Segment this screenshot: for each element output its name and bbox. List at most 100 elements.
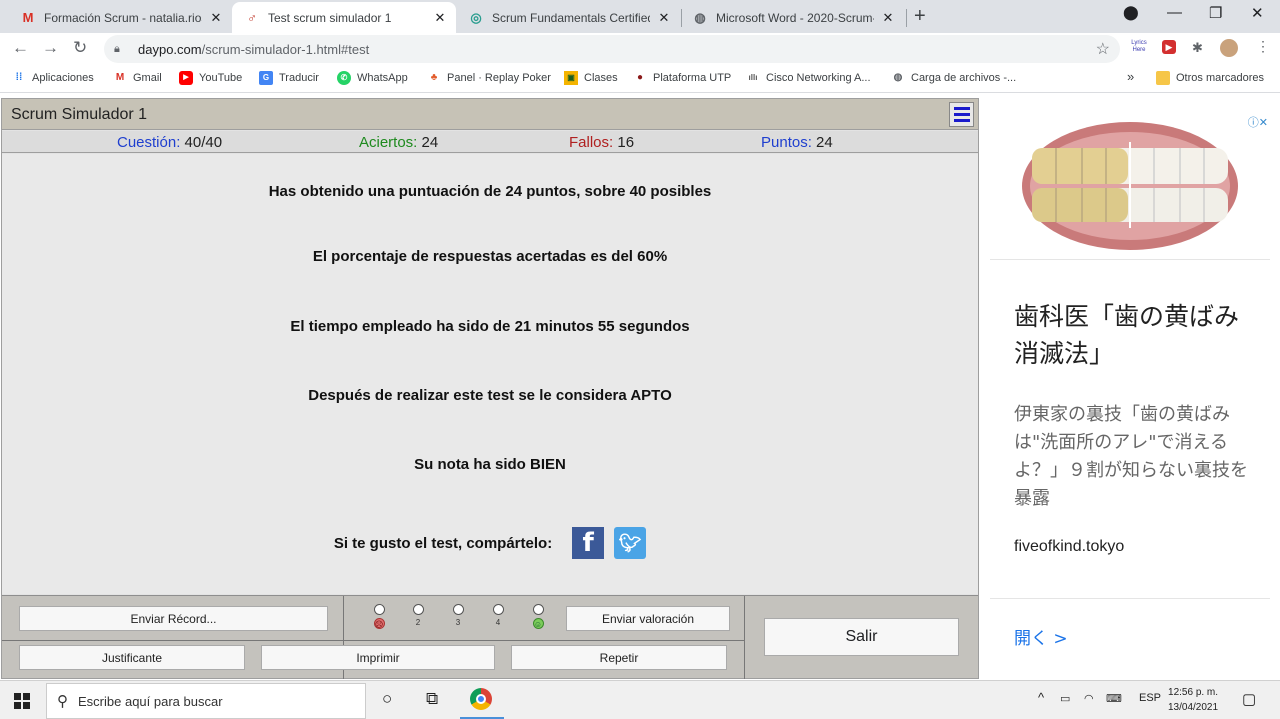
new-tab-icon[interactable]: + <box>914 5 926 28</box>
tab-title: Scrum Fundamentals Certified - S <box>492 10 650 25</box>
video-extension-icon[interactable]: ▶ <box>1162 40 1176 54</box>
cortana-icon[interactable]: ○ <box>382 689 392 709</box>
bookmark-whatsapp[interactable]: ✆ WhatsApp <box>337 71 408 85</box>
close-tab-icon[interactable]: ✕ <box>432 10 448 26</box>
wrong-label: Fallos: <box>569 134 614 151</box>
browser-menu-icon[interactable]: ⋮ <box>1256 38 1270 55</box>
tab-microsoft-word[interactable]: ◍ Microsoft Word - 2020-Scrum-G ✕ <box>680 2 904 33</box>
bookmark-replay-poker[interactable]: ♣ Panel · Replay Poker <box>427 71 551 85</box>
rating-radio[interactable] <box>532 604 544 615</box>
tab-title: Microsoft Word - 2020-Scrum-G <box>716 10 874 25</box>
browser-toolbar: ← → ↻ 🔒︎ daypo.com/scrum-simulador-1.htm… <box>0 33 1280 64</box>
twitter-icon[interactable]: 🐦︎ <box>614 527 647 559</box>
bookmark-label: Plataforma UTP <box>653 72 732 84</box>
extensions-puzzle-icon[interactable]: ✱ <box>1192 40 1203 56</box>
close-tab-icon[interactable]: ✕ <box>880 10 896 26</box>
forward-arrow-icon[interactable]: → <box>42 38 59 58</box>
result-percentage: El porcentaje de respuestas acertadas es… <box>312 248 668 265</box>
language-indicator[interactable]: ESP <box>1139 692 1161 704</box>
bookmark-traducir[interactable]: G Traducir <box>259 71 319 85</box>
rating-radio[interactable] <box>412 604 424 615</box>
ad-open-link[interactable]: 開く > <box>1014 624 1068 649</box>
rating-option-1[interactable]: ☹ <box>371 604 387 629</box>
task-view-icon[interactable]: ⧉ <box>426 689 438 709</box>
ad-choices-icon[interactable]: ⓘ✕ <box>1248 114 1268 130</box>
repeat-button[interactable]: Repetir <box>511 645 727 670</box>
footer-divider <box>744 596 745 679</box>
rating-label: 2 <box>415 618 421 627</box>
show-hidden-icons-chevron-icon[interactable]: ^ <box>1038 690 1044 705</box>
ad-open-label: 開く <box>1014 629 1048 649</box>
close-window-icon[interactable]: ✕ <box>1251 4 1264 22</box>
bookmark-plataforma-utp[interactable]: ● Plataforma UTP <box>633 71 731 85</box>
rating-option-3[interactable]: 3 <box>450 604 466 629</box>
bookmark-label: Aplicaciones <box>32 72 94 84</box>
more-bookmarks-button[interactable]: » <box>1127 69 1134 84</box>
close-tab-icon[interactable]: ✕ <box>656 10 672 26</box>
send-record-button[interactable]: Enviar Récord... <box>19 606 328 631</box>
receipt-button[interactable]: Justificante <box>19 645 245 670</box>
profile-avatar[interactable] <box>1220 39 1238 57</box>
system-clock[interactable]: 12:56 p. m. 13/04/2021 <box>1168 685 1218 715</box>
sad-face-icon: ☹ <box>373 618 385 629</box>
print-button[interactable]: Imprimir <box>261 645 495 670</box>
chrome-taskbar-icon[interactable] <box>470 688 492 710</box>
wifi-icon[interactable]: ◠ <box>1084 692 1094 705</box>
poker-icon: ♣ <box>430 72 438 83</box>
rating-radio[interactable] <box>492 604 504 615</box>
footer-row-divider <box>2 640 745 641</box>
ad-domain[interactable]: fiveofkind.tokyo <box>1014 538 1124 556</box>
bookmark-clases[interactable]: ▣ Clases <box>564 71 618 85</box>
bookmark-star-icon[interactable]: ☆ <box>1096 39 1110 59</box>
taskbar-search-box[interactable]: ⚲ Escribe aquí para buscar <box>46 683 366 719</box>
bookmark-cisco[interactable]: ıllı Cisco Networking A... <box>746 71 871 85</box>
result-time: El tiempo empleado ha sido de 21 minutos… <box>290 318 690 335</box>
rating-radio[interactable] <box>373 604 385 615</box>
windows-start-icon[interactable] <box>14 693 30 709</box>
reload-icon[interactable]: ↻ <box>73 38 87 58</box>
rating-option-4[interactable]: 4 <box>490 604 506 629</box>
lyrics-extension-icon[interactable]: Lyrics Here <box>1131 40 1147 54</box>
translate-icon: G <box>259 71 273 85</box>
browser-tabstrip: M Formación Scrum - natalia.rios@ ✕ ♂ Te… <box>0 0 1280 33</box>
tab-divider <box>906 9 907 27</box>
bookmark-youtube[interactable]: ▶ YouTube <box>179 71 242 85</box>
bookmark-label: WhatsApp <box>357 72 408 84</box>
profile-menu-icon[interactable]: ⬤ <box>1123 4 1139 21</box>
tab-test-scrum[interactable]: ♂ Test scrum simulador 1 ✕ <box>232 2 456 33</box>
facebook-icon[interactable]: f <box>572 527 605 559</box>
gmail-icon: M <box>115 72 125 83</box>
close-tab-icon[interactable]: ✕ <box>208 10 224 26</box>
send-rating-button[interactable]: Enviar valoración <box>566 606 730 631</box>
ad-text[interactable]: 伊東家の裏技「歯の黄ばみは"洗面所のアレ"で消えるよ？」９割が知らない裏技を暴露 <box>1014 401 1254 513</box>
tab-title: Formación Scrum - natalia.rios@ <box>44 10 202 25</box>
cisco-icon: ıllı <box>748 73 758 82</box>
ad-teeth-image[interactable]: ⓘ✕ <box>990 112 1270 260</box>
rating-radio[interactable] <box>452 604 464 615</box>
tab-formacion-scrum[interactable]: M Formación Scrum - natalia.rios@ ✕ <box>8 2 232 33</box>
battery-icon[interactable]: ▭ <box>1060 692 1070 705</box>
bookmark-gmail[interactable]: M Gmail <box>113 71 162 85</box>
maximize-icon[interactable]: ❐ <box>1209 4 1222 22</box>
other-bookmarks[interactable]: Otros marcadores <box>1156 71 1264 85</box>
keyboard-icon[interactable]: ⌨ <box>1106 692 1122 705</box>
tab-scrum-fundamentals[interactable]: ◎ Scrum Fundamentals Certified - S ✕ <box>456 2 680 33</box>
utp-icon: ● <box>636 72 644 83</box>
gmail-icon: M <box>22 10 34 25</box>
address-bar[interactable]: 🔒︎ daypo.com/scrum-simulador-1.html#test… <box>104 35 1120 63</box>
bookmark-carga-archivos[interactable]: ◍ Carga de archivos -... <box>891 71 1017 85</box>
advertisement[interactable]: ⓘ✕ 歯科医「歯の黄ばみ消滅法」 伊東家の裏技「歯の黄ばみは"洗面所のアレ"で消… <box>990 112 1270 674</box>
ad-headline[interactable]: 歯科医「歯の黄ばみ消滅法」 <box>1014 298 1254 372</box>
bookmark-apps[interactable]: ⁞⁞ Aplicaciones <box>12 71 94 85</box>
notifications-icon[interactable]: ▢ <box>1242 690 1256 708</box>
url-path: /scrum-simulador-1.html#test <box>201 41 370 57</box>
back-arrow-icon[interactable]: ← <box>12 38 29 58</box>
score-bar: Cuestión: 40/40 Aciertos: 24 Fallos: 16 … <box>2 131 978 153</box>
rating-option-2[interactable]: 2 <box>410 604 426 629</box>
rating-option-5[interactable]: ☺ <box>530 604 546 629</box>
quiz-footer: Enviar Récord... ☹ 2 3 4 ☺ Enviar valora… <box>2 595 978 679</box>
exit-button[interactable]: Salir <box>764 618 959 656</box>
hamburger-menu-icon[interactable] <box>949 102 974 127</box>
windows-taskbar: ⚲ Escribe aquí para buscar ○ ⧉ ^ ▭ ◠ ⌨ E… <box>0 680 1280 719</box>
minimize-icon[interactable]: — <box>1167 4 1182 21</box>
